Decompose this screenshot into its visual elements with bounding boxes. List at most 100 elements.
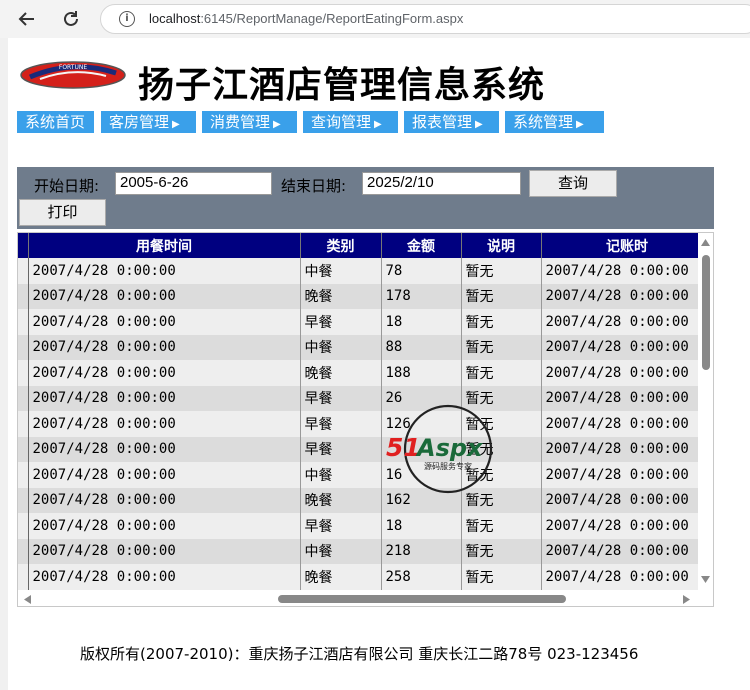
cell-amount: 258 <box>381 564 462 590</box>
menu-item-system[interactable]: 系统管理 ▶ <box>505 111 604 133</box>
cell-note: 暂无 <box>461 360 542 386</box>
scroll-right-icon[interactable] <box>683 595 690 604</box>
vertical-scroll-thumb[interactable] <box>702 255 710 370</box>
row-selector[interactable] <box>18 411 29 437</box>
cell-record-time: 2007/4/28 0:00:00 <box>541 513 699 539</box>
cell-meal-time: 2007/4/28 0:00:00 <box>28 283 301 309</box>
start-date-label: 开始日期: <box>34 177 100 195</box>
cell-amount: 178 <box>381 283 462 309</box>
back-arrow-icon[interactable] <box>14 6 40 32</box>
row-selector[interactable] <box>18 309 29 335</box>
col-header-amount[interactable]: 金额 <box>381 233 462 258</box>
cell-record-time: 2007/4/28 0:00:00 <box>541 283 699 309</box>
row-selector[interactable] <box>18 462 29 488</box>
print-button[interactable]: 打印 <box>19 199 106 226</box>
table-row[interactable]: 2007/4/28 0:00:00 晚餐 162 暂无 2007/4/28 0:00:0… <box>18 487 699 513</box>
menu-item-query[interactable]: 查询管理 ▶ <box>303 111 398 133</box>
cell-meal-time: 2007/4/28 0:00:00 <box>28 436 301 462</box>
col-header-meal-time[interactable]: 用餐时间 <box>28 233 301 258</box>
table-row[interactable]: 2007/4/28 0:00:00 早餐 18 暂无 2007/4/28 0:00:00 <box>18 309 699 335</box>
url-host: localhost <box>149 11 201 26</box>
menu-label: 报表管理 <box>412 113 473 131</box>
svg-text:51: 51 <box>386 433 421 462</box>
menu-item-home[interactable]: 系统首页 <box>17 111 94 133</box>
row-selector[interactable] <box>18 385 29 411</box>
row-selector[interactable] <box>18 334 29 360</box>
cell-category: 早餐 <box>300 436 382 462</box>
caret-right-icon: ▶ <box>172 119 180 130</box>
cell-category: 早餐 <box>300 309 382 335</box>
menu-item-reports[interactable]: 报表管理 ▶ <box>404 111 499 133</box>
row-selector[interactable] <box>18 564 29 590</box>
row-selector[interactable] <box>18 283 29 309</box>
col-header-record-time[interactable]: 记账时 <box>541 233 699 258</box>
cell-category: 早餐 <box>300 385 382 411</box>
cell-category: 晚餐 <box>300 487 382 513</box>
caret-right-icon: ▶ <box>374 119 382 130</box>
info-icon[interactable]: i <box>119 11 135 27</box>
cell-record-time: 2007/4/28 0:00:00 <box>541 309 699 335</box>
row-selector[interactable] <box>18 513 29 539</box>
cell-meal-time: 2007/4/28 0:00:00 <box>28 360 301 386</box>
table-row[interactable]: 2007/4/28 0:00:00 中餐 78 暂无 2007/4/28 0:00:00 <box>18 258 699 284</box>
table-row[interactable]: 2007/4/28 0:00:00 早餐 18 暂无 2007/4/28 0:00:00 <box>18 513 699 539</box>
menu-label: 系统首页 <box>25 113 86 131</box>
cell-meal-time: 2007/4/28 0:00:00 <box>28 564 301 590</box>
col-header-category[interactable]: 类别 <box>300 233 382 258</box>
cell-note: 暂无 <box>461 564 542 590</box>
table-row[interactable]: 2007/4/28 0:00:00 早餐 126 暂无 2007/4/28 0:00:0… <box>18 411 699 437</box>
scroll-left-icon[interactable] <box>24 595 31 604</box>
cell-amount: 88 <box>381 334 462 360</box>
row-selector[interactable] <box>18 360 29 386</box>
watermark-tagline: 源码服务专家 <box>424 461 472 471</box>
query-button[interactable]: 查询 <box>529 170 617 197</box>
table-row[interactable]: 2007/4/28 0:00:00 中餐 16 暂无 2007/4/28 0:00:00 <box>18 462 699 488</box>
svg-text:Aspx: Aspx <box>415 434 484 462</box>
table-row[interactable]: 2007/4/28 0:00:00 早餐 暂无 2007/4/28 0:00:00 <box>18 436 699 462</box>
start-date-input[interactable]: 2005-6-26 <box>115 172 272 195</box>
watermark-logo: 51 Aspx 源码服务专家 <box>383 403 513 495</box>
scroll-up-icon[interactable] <box>701 239 710 246</box>
address-bar[interactable]: i localhost:6145/ReportManage/ReportEati… <box>100 4 750 34</box>
table-row[interactable]: 2007/4/28 0:00:00 中餐 218 暂无 2007/4/28 0:00:0… <box>18 538 699 564</box>
menu-label: 消费管理 <box>210 113 271 131</box>
reload-icon[interactable] <box>58 6 84 32</box>
cell-meal-time: 2007/4/28 0:00:00 <box>28 309 301 335</box>
url-text: localhost:6145/ReportManage/ReportEating… <box>149 11 463 26</box>
table-row[interactable]: 2007/4/28 0:00:00 中餐 88 暂无 2007/4/28 0:00:00 <box>18 334 699 360</box>
table-row[interactable]: 2007/4/28 0:00:00 晚餐 188 暂无 2007/4/28 0:00:0… <box>18 360 699 386</box>
cell-amount: 78 <box>381 258 462 284</box>
cell-amount: 18 <box>381 309 462 335</box>
cell-note: 暂无 <box>461 283 542 309</box>
menu-item-consumption[interactable]: 消费管理 ▶ <box>202 111 297 133</box>
cell-category: 早餐 <box>300 513 382 539</box>
data-table: 用餐时间 类别 金额 说明 记账时 2007/4/28 0:00:00 中餐 78 暂… <box>18 233 699 590</box>
cell-note: 暂无 <box>461 334 542 360</box>
cell-amount: 188 <box>381 360 462 386</box>
table-row[interactable]: 2007/4/28 0:00:00 早餐 26 暂无 2007/4/28 0:00:00 <box>18 385 699 411</box>
row-selector[interactable] <box>18 258 29 284</box>
cell-record-time: 2007/4/28 0:00:00 <box>541 436 699 462</box>
horizontal-scroll-thumb[interactable] <box>278 595 566 603</box>
scroll-down-icon[interactable] <box>701 576 710 583</box>
cell-meal-time: 2007/4/28 0:00:00 <box>28 411 301 437</box>
cell-record-time: 2007/4/28 0:00:00 <box>541 385 699 411</box>
end-date-input[interactable]: 2025/2/10 <box>362 172 521 195</box>
cell-record-time: 2007/4/28 0:00:00 <box>541 538 699 564</box>
row-selector[interactable] <box>18 436 29 462</box>
table-row[interactable]: 2007/4/28 0:00:00 晚餐 178 暂无 2007/4/28 0:00:0… <box>18 283 699 309</box>
table-row[interactable]: 2007/4/28 0:00:00 晚餐 258 暂无 2007/4/28 0:00:0… <box>18 564 699 590</box>
cell-meal-time: 2007/4/28 0:00:00 <box>28 385 301 411</box>
cell-note: 暂无 <box>461 538 542 564</box>
cell-meal-time: 2007/4/28 0:00:00 <box>28 462 301 488</box>
row-selector[interactable] <box>18 538 29 564</box>
cell-meal-time: 2007/4/28 0:00:00 <box>28 513 301 539</box>
row-selector[interactable] <box>18 487 29 513</box>
cell-category: 早餐 <box>300 411 382 437</box>
col-header-note[interactable]: 说明 <box>461 233 542 258</box>
horizontal-scrollbar[interactable] <box>18 591 713 606</box>
menu-item-rooms[interactable]: 客房管理 ▶ <box>101 111 196 133</box>
caret-right-icon: ▶ <box>273 119 281 130</box>
vertical-scrollbar[interactable] <box>698 233 713 592</box>
cell-note: 暂无 <box>461 513 542 539</box>
